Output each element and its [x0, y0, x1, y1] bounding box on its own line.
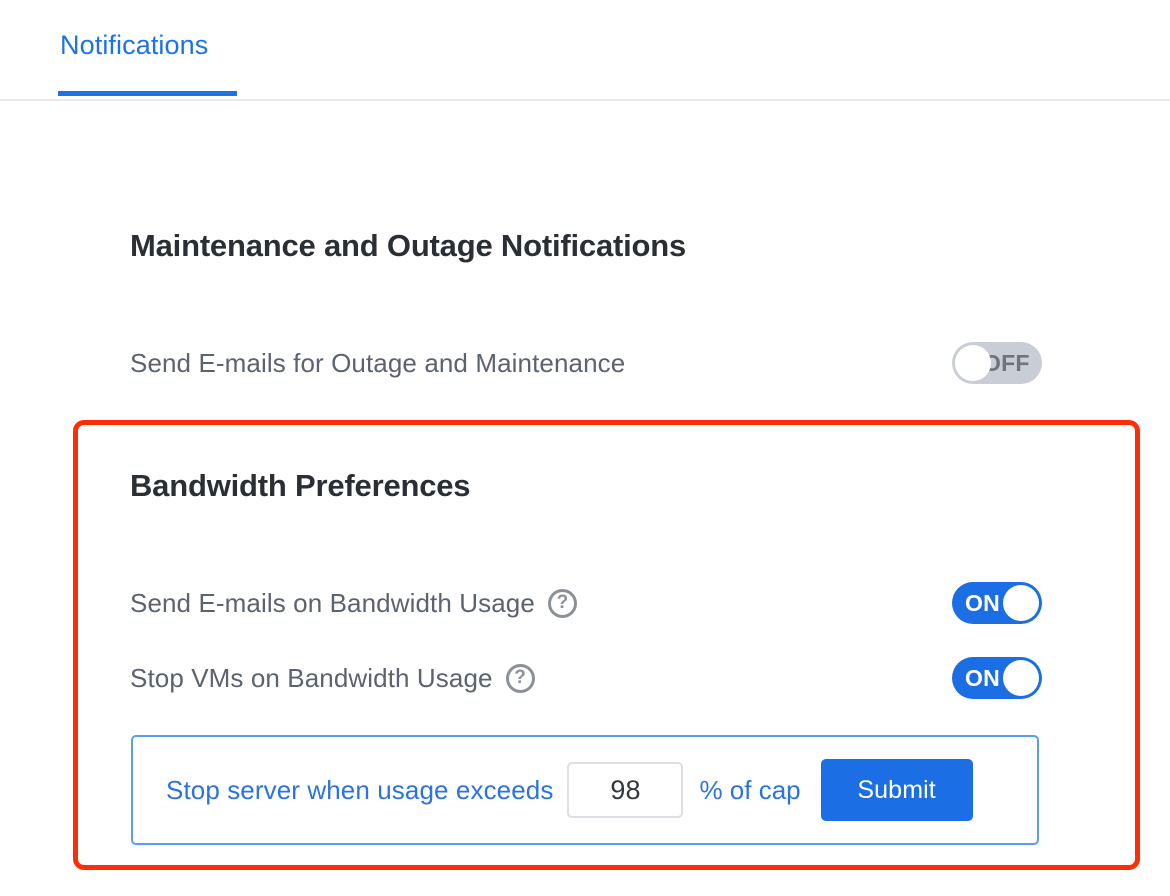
toggle-outage-emails[interactable]: OFF	[952, 342, 1042, 384]
preference-row-outage-emails: Send E-mails for Outage and Maintenance	[130, 340, 1040, 386]
submit-button[interactable]: Submit	[820, 759, 973, 821]
bandwidth-threshold-form: Stop server when usage exceeds % of cap …	[131, 735, 1039, 845]
toggle-stop-vms[interactable]: ON	[952, 657, 1042, 699]
preference-label-outage-emails: Send E-mails for Outage and Maintenance	[130, 347, 626, 378]
toggle-stop-vms-state: ON	[965, 664, 1000, 691]
threshold-input[interactable]	[567, 762, 684, 818]
bandwidth-section-title: Bandwidth Preferences	[130, 468, 471, 503]
threshold-prefix-label: Stop server when usage exceeds	[166, 774, 554, 805]
notifications-content: Maintenance and Outage Notifications Sen…	[0, 101, 1170, 896]
help-icon[interactable]: ?	[505, 663, 535, 693]
maintenance-section-title: Maintenance and Outage Notifications	[130, 228, 687, 263]
tab-active-indicator	[58, 91, 237, 96]
tab-notifications[interactable]: Notifications	[58, 0, 210, 99]
help-icon-glyph: ?	[514, 666, 526, 688]
toggle-knob	[955, 345, 991, 381]
tab-notifications-label: Notifications	[60, 30, 209, 60]
threshold-suffix-label: % of cap	[699, 774, 801, 805]
toggle-knob	[1003, 585, 1039, 621]
preference-label-bandwidth-emails: Send E-mails on Bandwidth Usage	[130, 587, 535, 618]
help-icon-glyph: ?	[556, 591, 569, 613]
toggle-bandwidth-emails[interactable]: ON	[952, 582, 1042, 624]
help-icon[interactable]: ?	[547, 588, 577, 618]
preference-label-stop-vms: Stop VMs on Bandwidth Usage	[130, 662, 493, 693]
toggle-bandwidth-emails-state: ON	[965, 589, 1000, 616]
preference-row-stop-vms: Stop VMs on Bandwidth Usage ?	[130, 655, 1040, 701]
preference-row-bandwidth-emails: Send E-mails on Bandwidth Usage ?	[130, 580, 1040, 626]
toggle-knob	[1003, 660, 1039, 696]
tab-bar: Notifications	[0, 0, 1170, 101]
